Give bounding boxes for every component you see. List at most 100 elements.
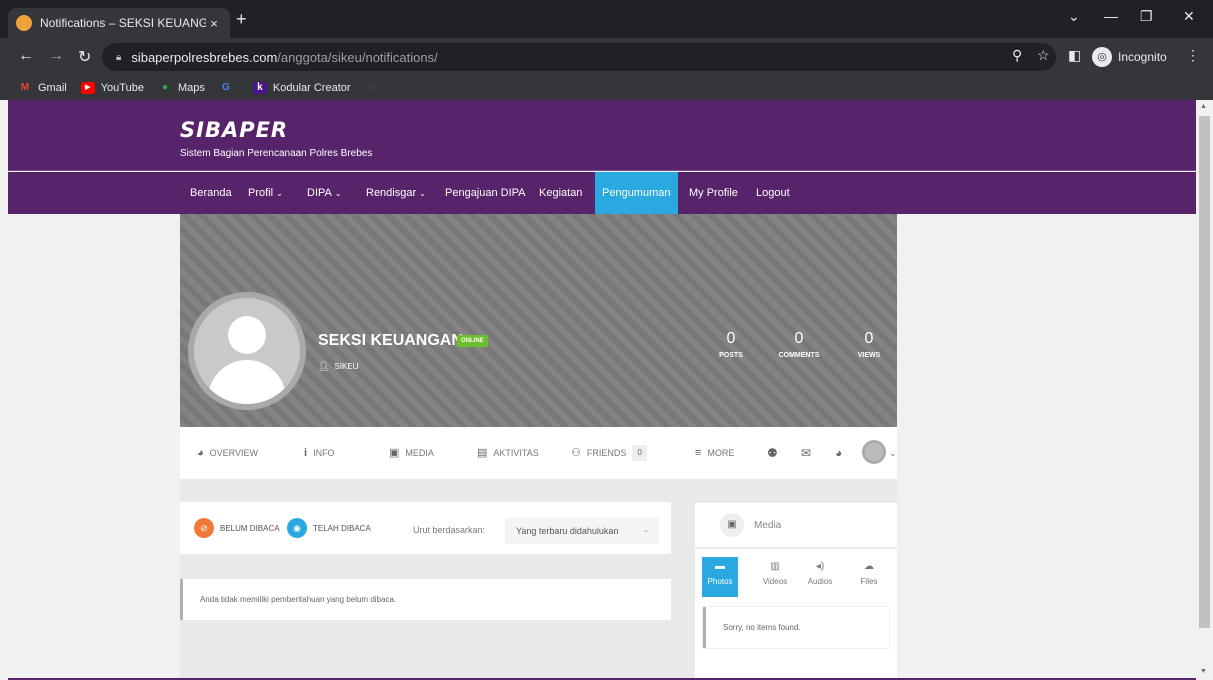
media-tab-videos[interactable]: ▥ Videos bbox=[757, 557, 793, 597]
avatar-head bbox=[228, 316, 266, 354]
tab-media[interactable]: ▣ MEDIA bbox=[389, 427, 434, 479]
incognito-indicator[interactable]: ◎ Incognito bbox=[1092, 47, 1167, 67]
bookmark-label: Maps bbox=[177, 82, 205, 94]
google-icon: G bbox=[221, 82, 230, 93]
user-avatar-small[interactable] bbox=[862, 440, 886, 464]
maps-icon: ● bbox=[161, 82, 168, 93]
forward-arrow-icon[interactable]: → bbox=[48, 47, 64, 65]
lock-icon: 🔒︎ bbox=[116, 51, 122, 63]
window-close-icon[interactable]: ✕ bbox=[1183, 8, 1195, 25]
back-arrow-icon[interactable]: ← bbox=[18, 47, 34, 65]
browser-tab[interactable]: Notifications – SEKSI KEUANGAN × bbox=[8, 8, 230, 38]
nav-my-profile[interactable]: My Profile bbox=[682, 172, 745, 214]
cloud-icon: ☁ bbox=[864, 561, 874, 572]
nav-logout[interactable]: Logout bbox=[749, 172, 797, 214]
tab-close-icon[interactable]: × bbox=[206, 16, 222, 31]
speaker-icon: ◂) bbox=[815, 561, 825, 572]
bookmark-kodular[interactable]: k Kodular Creator bbox=[252, 82, 351, 94]
browser-menu-icon[interactable]: ⋮ bbox=[1186, 47, 1200, 64]
tab-more[interactable]: ≡ MORE bbox=[695, 427, 734, 479]
restore-icon[interactable]: ❐ bbox=[1140, 8, 1153, 25]
read-filter-button[interactable]: ◉ TELAH DIBACA bbox=[287, 518, 371, 538]
stat-label: COMMENTS bbox=[778, 352, 820, 359]
sort-value: Yang terbaru didahulukan bbox=[516, 526, 619, 536]
gmail-icon: M bbox=[20, 82, 30, 93]
zoom-icon[interactable]: ⚲ bbox=[1012, 47, 1022, 64]
address-bar[interactable]: 🔒︎ sibaperpolresbrebes.com /anggota/sike… bbox=[102, 43, 1056, 71]
reload-icon[interactable]: ↻ bbox=[78, 47, 91, 67]
nav-dipa[interactable]: DIPA ⌄ bbox=[300, 172, 349, 214]
friends-count-badge: 0 bbox=[632, 445, 647, 461]
browser-tab-bar: Notifications – SEKSI KEUANGAN × + ⌄ — ❐… bbox=[0, 0, 1213, 38]
nav-rendisgar[interactable]: Rendisgar ⌄ bbox=[359, 172, 433, 214]
bookmark-youtube[interactable]: ▶ YouTube bbox=[80, 82, 144, 94]
bookmark-gmail[interactable]: M Gmail bbox=[18, 82, 67, 94]
page-scrollbar[interactable]: ▲ ▼ bbox=[1196, 100, 1213, 680]
mail-icon[interactable]: ✉ bbox=[801, 427, 811, 479]
scroll-down-icon[interactable]: ▼ bbox=[1200, 668, 1207, 675]
chevron-down-icon: ⌄ bbox=[419, 189, 426, 198]
photo-icon: ▬ bbox=[715, 561, 725, 572]
profile-avatar[interactable] bbox=[188, 292, 306, 410]
dashboard-icon: ◕ bbox=[197, 447, 204, 459]
stat-posts: 0 POSTS bbox=[696, 330, 766, 359]
profile-username: 👤︎ SIKEU bbox=[318, 361, 358, 372]
avatar-body bbox=[208, 360, 286, 404]
profile-name[interactable]: SEKSI KEUANGAN bbox=[318, 332, 463, 350]
bookmark-google[interactable]: G bbox=[219, 82, 239, 94]
tab-info[interactable]: i INFO bbox=[304, 427, 335, 479]
site-logo[interactable]: SIBAPER bbox=[180, 118, 288, 142]
bookmark-maps[interactable]: ● Maps bbox=[158, 82, 205, 94]
scroll-up-icon[interactable]: ▲ bbox=[1200, 103, 1207, 110]
url-path: /anggota/sikeu/notifications/ bbox=[277, 49, 438, 65]
user-icon: 👤︎ bbox=[318, 361, 330, 371]
no-media-message: Sorry, no items found. bbox=[703, 607, 889, 648]
film-icon: ▥ bbox=[770, 561, 780, 572]
nav-kegiatan[interactable]: Kegiatan bbox=[532, 172, 589, 214]
stat-views: 0 VIEWS bbox=[834, 330, 904, 359]
tab-friends[interactable]: ⚇ FRIENDS 0 bbox=[571, 427, 647, 479]
nav-pengajuan-dipa[interactable]: Pengajuan DIPA bbox=[438, 172, 533, 214]
nav-pengumuman[interactable]: Pengumuman bbox=[595, 172, 678, 214]
empty-notifications-message: Anda tidak memiliki pemberitahuan yang b… bbox=[180, 579, 671, 620]
media-tab-photos[interactable]: ▬ Photos bbox=[702, 557, 738, 597]
media-tab-audios[interactable]: ◂) Audios bbox=[802, 557, 838, 597]
url-host: sibaperpolresbrebes.com bbox=[131, 49, 278, 65]
side-panel-icon[interactable]: ◧ bbox=[1068, 47, 1081, 64]
read-label: TELAH DIBACA bbox=[313, 523, 371, 533]
activity-icon: ▤ bbox=[477, 447, 488, 459]
info-icon: i bbox=[304, 447, 308, 459]
tab-search-icon[interactable]: ⌄ bbox=[1068, 8, 1080, 25]
new-tab-button[interactable]: + bbox=[236, 9, 247, 30]
username-label: SIKEU bbox=[334, 362, 359, 371]
scrollbar-thumb[interactable] bbox=[1199, 116, 1210, 628]
dashboard-icon[interactable]: ◕ bbox=[835, 427, 842, 479]
chevron-down-icon: ⌄ bbox=[643, 527, 649, 534]
incognito-icon: ◎ bbox=[1092, 47, 1112, 67]
friends-icon: ⚇ bbox=[571, 447, 581, 459]
tab-title: Notifications – SEKSI KEUANGAN bbox=[40, 16, 206, 30]
groups-icon[interactable]: ⚉ bbox=[767, 427, 778, 479]
nav-beranda[interactable]: Beranda bbox=[183, 172, 239, 214]
unread-filter-button[interactable]: ⊘ BELUM DIBACA bbox=[194, 518, 280, 538]
bookmark-label: Gmail bbox=[38, 82, 67, 94]
incognito-label: Incognito bbox=[1118, 50, 1167, 64]
tab-overview[interactable]: ◕ OVERVIEW bbox=[197, 427, 258, 479]
stat-value: 0 bbox=[726, 330, 736, 347]
media-widget-header: ▣ Media bbox=[695, 503, 897, 547]
site-favicon-icon bbox=[16, 15, 32, 31]
minimize-icon[interactable]: — bbox=[1104, 8, 1118, 24]
images-icon: ▣ bbox=[720, 513, 744, 537]
chevron-down-icon[interactable]: ⌄ bbox=[889, 427, 897, 479]
bookmark-extra[interactable]: ◌ bbox=[365, 82, 385, 94]
globe-icon: ◌ bbox=[368, 82, 375, 93]
stat-label: POSTS bbox=[719, 352, 743, 359]
bookmark-star-icon[interactable]: ☆ bbox=[1037, 47, 1050, 64]
media-tab-files[interactable]: ☁ Files bbox=[851, 557, 887, 597]
stat-label: VIEWS bbox=[857, 352, 881, 359]
tab-aktivitas[interactable]: ▤ AKTIVITAS bbox=[477, 427, 539, 479]
bookmark-label: Kodular Creator bbox=[272, 82, 351, 94]
images-icon: ▣ bbox=[389, 447, 400, 459]
nav-profil[interactable]: Profil ⌄ bbox=[241, 172, 290, 214]
sort-select[interactable]: Yang terbaru didahulukan ⌄ bbox=[505, 518, 659, 544]
